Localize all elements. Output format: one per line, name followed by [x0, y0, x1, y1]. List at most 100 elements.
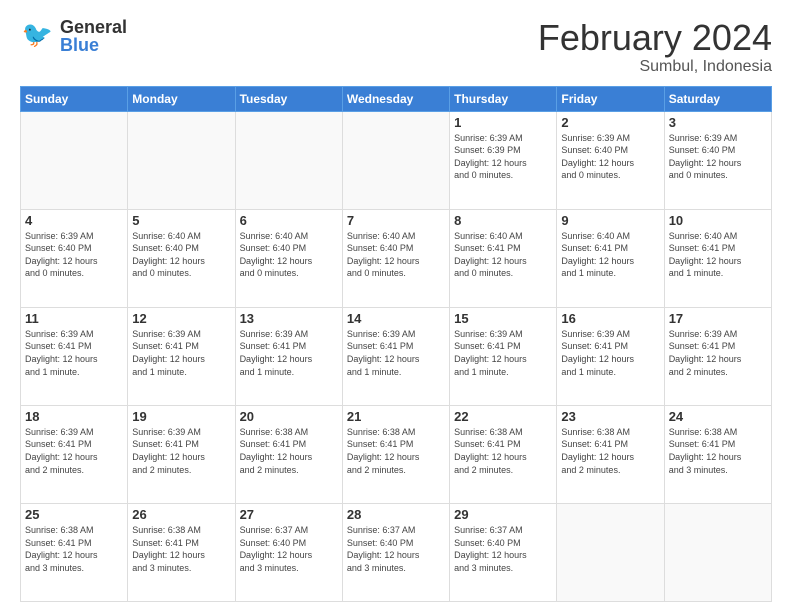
- day-number: 22: [454, 409, 552, 424]
- day-info: Sunrise: 6:39 AM Sunset: 6:41 PM Dayligh…: [25, 328, 123, 378]
- day-info: Sunrise: 6:39 AM Sunset: 6:41 PM Dayligh…: [132, 426, 230, 476]
- calendar-cell: 6Sunrise: 6:40 AM Sunset: 6:40 PM Daylig…: [235, 209, 342, 307]
- calendar-cell: 20 Sunrise: 6:38 AM Sunset: 6:41 PM Dayli…: [235, 405, 342, 503]
- day-info: Sunrise: 6:40 AM Sunset: 6:41 PM Dayligh…: [454, 230, 552, 280]
- calendar-cell: 2 Sunrise: 6:39 AM Sunset: 6:40 PM Daylig…: [557, 111, 664, 209]
- calendar-table: Sunday Monday Tuesday Wednesday Thursday…: [20, 86, 772, 602]
- day-number: 28: [347, 507, 445, 522]
- day-info: Sunrise: 6:38 AM Sunset: 6:41 PM Dayligh…: [25, 524, 123, 574]
- day-number: 26: [132, 507, 230, 522]
- day-number: 4: [25, 213, 123, 228]
- calendar-cell: 17Sunrise: 6:39 AM Sunset: 6:41 PM Dayli…: [664, 307, 771, 405]
- day-number: 3: [669, 115, 767, 130]
- day-info: Sunrise: 6:38 AM Sunset: 6:41 PM Dayligh…: [132, 524, 230, 574]
- day-number: 18: [25, 409, 123, 424]
- col-saturday: Saturday: [664, 86, 771, 111]
- calendar-cell: 11Sunrise: 6:39 AM Sunset: 6:41 PM Dayli…: [21, 307, 128, 405]
- day-info: Sunrise: 6:39 AM Sunset: 6:41 PM Dayligh…: [347, 328, 445, 378]
- day-info: Sunrise: 6:40 AM Sunset: 6:41 PM Dayligh…: [669, 230, 767, 280]
- day-number: 10: [669, 213, 767, 228]
- day-info: Sunrise: 6:39 AM Sunset: 6:39 PM Dayligh…: [454, 132, 552, 182]
- day-number: 24: [669, 409, 767, 424]
- day-info: Sunrise: 6:38 AM Sunset: 6:41 PM Dayligh…: [240, 426, 338, 476]
- day-number: 23: [561, 409, 659, 424]
- day-info: Sunrise: 6:39 AM Sunset: 6:41 PM Dayligh…: [240, 328, 338, 378]
- day-info: Sunrise: 6:37 AM Sunset: 6:40 PM Dayligh…: [347, 524, 445, 574]
- day-info: Sunrise: 6:39 AM Sunset: 6:41 PM Dayligh…: [132, 328, 230, 378]
- day-info: Sunrise: 6:39 AM Sunset: 6:41 PM Dayligh…: [25, 426, 123, 476]
- month-title: February 2024: [538, 18, 772, 58]
- logo-blue-text: Blue: [60, 36, 127, 54]
- calendar-cell: [128, 111, 235, 209]
- day-info: Sunrise: 6:38 AM Sunset: 6:41 PM Dayligh…: [669, 426, 767, 476]
- day-info: Sunrise: 6:39 AM Sunset: 6:41 PM Dayligh…: [454, 328, 552, 378]
- calendar-cell: 3Sunrise: 6:39 AM Sunset: 6:40 PM Daylig…: [664, 111, 771, 209]
- day-number: 9: [561, 213, 659, 228]
- day-number: 12: [132, 311, 230, 326]
- day-info: Sunrise: 6:39 AM Sunset: 6:40 PM Dayligh…: [561, 132, 659, 182]
- calendar-week-5: 25 Sunrise: 6:38 AM Sunset: 6:41 PM Dayli…: [21, 503, 772, 601]
- calendar-cell: 23Sunrise: 6:38 AM Sunset: 6:41 PM Dayli…: [557, 405, 664, 503]
- header-row: Sunday Monday Tuesday Wednesday Thursday…: [21, 86, 772, 111]
- calendar-cell: 28 Sunrise: 6:37 AM Sunset: 6:40 PM Dayli…: [342, 503, 449, 601]
- calendar-cell: 7Sunrise: 6:40 AM Sunset: 6:40 PM Daylig…: [342, 209, 449, 307]
- col-wednesday: Wednesday: [342, 86, 449, 111]
- day-info: Sunrise: 6:40 AM Sunset: 6:40 PM Dayligh…: [132, 230, 230, 280]
- calendar-cell: 19 Sunrise: 6:39 AM Sunset: 6:41 PM Dayli…: [128, 405, 235, 503]
- calendar-cell: 15Sunrise: 6:39 AM Sunset: 6:41 PM Dayli…: [450, 307, 557, 405]
- day-number: 1: [454, 115, 552, 130]
- day-number: 25: [25, 507, 123, 522]
- calendar-week-4: 18 Sunrise: 6:39 AM Sunset: 6:41 PM Dayli…: [21, 405, 772, 503]
- day-number: 20: [240, 409, 338, 424]
- calendar-cell: 1 Sunrise: 6:39 AM Sunset: 6:39 PM Daylig…: [450, 111, 557, 209]
- calendar-cell: 9 Sunrise: 6:40 AM Sunset: 6:41 PM Daylig…: [557, 209, 664, 307]
- calendar-cell: 26 Sunrise: 6:38 AM Sunset: 6:41 PM Dayli…: [128, 503, 235, 601]
- calendar-cell: [21, 111, 128, 209]
- calendar-cell: [342, 111, 449, 209]
- calendar-cell: 5 Sunrise: 6:40 AM Sunset: 6:40 PM Daylig…: [128, 209, 235, 307]
- day-number: 2: [561, 115, 659, 130]
- col-monday: Monday: [128, 86, 235, 111]
- logo-name: General Blue: [60, 18, 127, 54]
- calendar-week-3: 11Sunrise: 6:39 AM Sunset: 6:41 PM Dayli…: [21, 307, 772, 405]
- day-info: Sunrise: 6:40 AM Sunset: 6:41 PM Dayligh…: [561, 230, 659, 280]
- location: Sumbul, Indonesia: [538, 58, 772, 76]
- calendar-body: 1 Sunrise: 6:39 AM Sunset: 6:39 PM Daylig…: [21, 111, 772, 601]
- header: 🐦 General Blue February 2024 Sumbul, Ind…: [20, 18, 772, 76]
- calendar-cell: 13Sunrise: 6:39 AM Sunset: 6:41 PM Dayli…: [235, 307, 342, 405]
- logo: 🐦 General Blue: [20, 18, 127, 54]
- day-number: 19: [132, 409, 230, 424]
- calendar-cell: 27Sunrise: 6:37 AM Sunset: 6:40 PM Dayli…: [235, 503, 342, 601]
- col-sunday: Sunday: [21, 86, 128, 111]
- day-info: Sunrise: 6:37 AM Sunset: 6:40 PM Dayligh…: [240, 524, 338, 574]
- calendar-cell: 8 Sunrise: 6:40 AM Sunset: 6:41 PM Daylig…: [450, 209, 557, 307]
- day-info: Sunrise: 6:38 AM Sunset: 6:41 PM Dayligh…: [347, 426, 445, 476]
- calendar-cell: 29Sunrise: 6:37 AM Sunset: 6:40 PM Dayli…: [450, 503, 557, 601]
- col-friday: Friday: [557, 86, 664, 111]
- calendar-cell: 4Sunrise: 6:39 AM Sunset: 6:40 PM Daylig…: [21, 209, 128, 307]
- day-info: Sunrise: 6:39 AM Sunset: 6:41 PM Dayligh…: [561, 328, 659, 378]
- col-thursday: Thursday: [450, 86, 557, 111]
- day-number: 5: [132, 213, 230, 228]
- calendar-cell: 10 Sunrise: 6:40 AM Sunset: 6:41 PM Dayli…: [664, 209, 771, 307]
- logo-general-text: General: [60, 18, 127, 36]
- col-tuesday: Tuesday: [235, 86, 342, 111]
- day-number: 14: [347, 311, 445, 326]
- day-info: Sunrise: 6:39 AM Sunset: 6:41 PM Dayligh…: [669, 328, 767, 378]
- calendar-week-2: 4Sunrise: 6:39 AM Sunset: 6:40 PM Daylig…: [21, 209, 772, 307]
- calendar-cell: 25 Sunrise: 6:38 AM Sunset: 6:41 PM Dayli…: [21, 503, 128, 601]
- calendar-cell: [557, 503, 664, 601]
- day-number: 8: [454, 213, 552, 228]
- day-number: 29: [454, 507, 552, 522]
- title-area: February 2024 Sumbul, Indonesia: [538, 18, 772, 76]
- day-number: 6: [240, 213, 338, 228]
- day-number: 16: [561, 311, 659, 326]
- calendar-cell: 14 Sunrise: 6:39 AM Sunset: 6:41 PM Dayli…: [342, 307, 449, 405]
- logo-icon: 🐦: [20, 18, 56, 54]
- calendar-week-1: 1 Sunrise: 6:39 AM Sunset: 6:39 PM Daylig…: [21, 111, 772, 209]
- calendar-header: Sunday Monday Tuesday Wednesday Thursday…: [21, 86, 772, 111]
- calendar-cell: [664, 503, 771, 601]
- calendar-cell: [235, 111, 342, 209]
- calendar-cell: 22Sunrise: 6:38 AM Sunset: 6:41 PM Dayli…: [450, 405, 557, 503]
- svg-text:🐦: 🐦: [22, 21, 53, 49]
